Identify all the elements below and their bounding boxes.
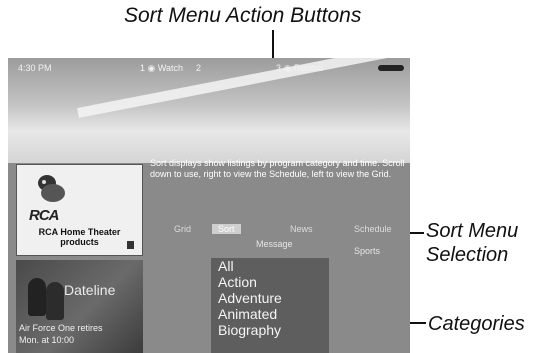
video-title: Dateline: [64, 282, 116, 298]
category-item[interactable]: Adventure: [211, 290, 329, 306]
sort-menu-tabs: Grid Sort News Schedule: [168, 224, 408, 238]
category-item[interactable]: Biography: [211, 322, 329, 338]
info-icon: [127, 241, 134, 249]
category-list: All Action Adventure Animated Biography: [211, 258, 329, 353]
anchor-figure-icon: [28, 278, 46, 316]
sort-info-text: Sort displays show listings by program c…: [150, 158, 405, 179]
tab-sports[interactable]: Sports: [354, 246, 380, 256]
callout-sort-action-buttons: Sort Menu Action Buttons: [124, 4, 362, 27]
callout-sort-menu-selection: Sort Menu Selection: [426, 219, 518, 267]
tab-sort[interactable]: Sort: [212, 224, 241, 234]
rca-ad-panel[interactable]: RCA RCA Home Theater products: [16, 164, 143, 256]
channel-2-button[interactable]: 2: [196, 58, 201, 78]
category-item[interactable]: Action: [211, 274, 329, 290]
tv-guide-screen: 4:30 PM 1 ◉ Watch 2 3 ◉ Record Sort disp…: [8, 58, 410, 353]
tab-grid[interactable]: Grid: [174, 224, 191, 234]
callout-selection-line1: Sort Menu: [426, 220, 519, 242]
callout-selection-line2: Selection: [426, 244, 509, 266]
category-item[interactable]: All: [211, 258, 329, 274]
remote-icon: [378, 65, 404, 71]
ad-caption: RCA Home Theater products: [38, 227, 121, 247]
tab-message[interactable]: Message: [256, 239, 293, 249]
video-caption-line2: Mon. at 10:00: [19, 335, 75, 345]
watch-button[interactable]: 1 ◉ Watch: [140, 58, 183, 78]
clock-time: 4:30 PM: [18, 63, 52, 73]
record-button[interactable]: 3 ◉ Record: [276, 58, 323, 78]
video-preview-panel[interactable]: Dateline Air Force One retires Mon. at 1…: [16, 260, 143, 353]
dog-logo-icon: [38, 175, 65, 202]
status-bar: 4:30 PM 1 ◉ Watch 2 3 ◉ Record: [8, 58, 410, 78]
rca-logo: RCA: [29, 207, 59, 224]
tab-news[interactable]: News: [290, 224, 313, 234]
anchor-figure-icon: [46, 282, 64, 320]
category-item[interactable]: Animated: [211, 306, 329, 322]
callout-categories: Categories: [428, 313, 525, 335]
video-caption-line1: Air Force One retires: [19, 323, 103, 333]
video-caption: Air Force One retires Mon. at 10:00: [19, 322, 143, 346]
tab-schedule[interactable]: Schedule: [354, 224, 392, 234]
